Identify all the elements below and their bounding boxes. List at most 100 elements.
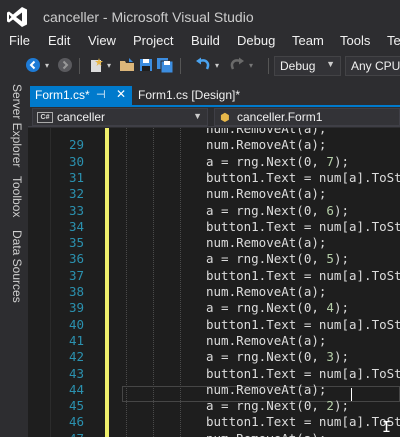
undo-dropdown-icon[interactable]: ▾ [212,56,222,74]
navigation-bar: C# canceller ▼ ⬢ canceller.Form1 [28,107,400,127]
code-line[interactable]: 35 num.RemoveAt(a); [28,235,400,251]
save-all-icon[interactable] [156,56,174,74]
number-literal: 2 [326,398,334,414]
menu-file[interactable]: File [9,33,30,48]
server-explorer-tab[interactable]: Server Explorer [4,84,24,167]
code-line[interactable]: 34 button1.Text = num[a].ToStri [28,219,400,235]
line-number: 47 [52,431,84,437]
open-folder-icon[interactable] [118,56,136,74]
code-line[interactable]: 37 button1.Text = num[a].ToStri [28,268,400,284]
type-dropdown[interactable]: ⬢ canceller.Form1 [214,108,400,126]
code-line[interactable]: 33 a = rng.Next(0, 6); [28,203,400,219]
menu-tools[interactable]: Tools [340,33,370,48]
code-text: a = rng.Next(0, 5); [206,251,349,267]
code-line[interactable]: 41 num.RemoveAt(a); [28,333,400,349]
code-token: num.RemoveAt(a); [206,431,326,437]
code-line[interactable]: 47 num.RemoveAt(a); [28,431,400,437]
solution-platform-value: Any CPU [351,59,400,73]
tab-form1-cs[interactable]: Form1.cs* ⊣ ✕ [30,86,132,106]
code-text: num.RemoveAt(a); [206,382,326,398]
close-tab-icon[interactable]: ✕ [116,87,126,101]
code-line[interactable]: 38 num.RemoveAt(a); [28,284,400,300]
code-text: button1.Text = num[a].ToStri [206,268,400,284]
tab-form1-cs-label: Form1.cs* [35,88,90,102]
code-text: num.RemoveAt(a); [206,235,326,251]
code-line[interactable]: 40 button1.Text = num[a].ToStri [28,317,400,333]
menu-test[interactable]: Tes [387,33,400,48]
code-token: button1.Text = num[a].ToStri [206,218,400,234]
code-line[interactable]: num.RemoveAt(a); [28,128,400,137]
code-token: a = rng.Next(0, [206,153,327,169]
code-token: button1.Text = num[a].ToStri [206,316,400,332]
back-dropdown-icon[interactable]: ▾ [42,56,52,74]
code-text: num.RemoveAt(a); [206,431,326,437]
menu-build[interactable]: Build [191,33,220,48]
tab-form1-cs-design[interactable]: Form1.cs [Design]* [134,86,244,106]
code-token: button1.Text = num[a].ToStri [206,414,400,430]
code-text: a = rng.Next(0, 4); [206,300,349,316]
menu-edit[interactable]: Edit [48,33,70,48]
number-literal: 3 [326,349,334,365]
save-icon[interactable] [137,56,155,74]
code-line[interactable]: 30 a = rng.Next(0, 7); [28,154,400,170]
line-number: 46 [68,414,84,430]
code-token: a = rng.Next(0, [206,349,327,365]
code-text: num.RemoveAt(a); [206,284,326,300]
code-text: num.RemoveAt(a); [206,128,326,137]
code-text: button1.Text = num[a].ToStri [206,414,400,430]
code-text: a = rng.Next(0, 7); [206,154,349,170]
code-line[interactable]: 44 num.RemoveAt(a); [28,382,400,398]
menu-view[interactable]: View [88,33,116,48]
pin-tab-icon[interactable]: ⊣ [96,88,106,101]
line-number: 29 [68,137,84,153]
code-line[interactable]: 46 button1.Text = num[a].ToStri [28,414,400,430]
code-line[interactable]: 45 a = rng.Next(0, 2); [28,398,400,414]
line-number: 36 [68,251,84,267]
code-line[interactable]: 32 num.RemoveAt(a); [28,186,400,202]
project-dropdown[interactable]: C# canceller ▼ [32,108,208,126]
undo-icon[interactable] [194,56,212,74]
number-literal: 7 [326,153,334,169]
menu-project[interactable]: Project [133,33,173,48]
redo-icon[interactable] [228,56,246,74]
toolbox-tab[interactable]: Toolbox [4,176,24,217]
title-bar: canceller - Microsoft Visual Studio [0,0,400,33]
csharp-project-icon: C# [37,112,53,123]
code-line[interactable]: 43 button1.Text = num[a].ToStri [28,366,400,382]
line-number: 44 [68,381,84,397]
menu-debug[interactable]: Debug [237,33,275,48]
new-project-dropdown-icon[interactable]: ▾ [105,56,113,74]
code-line[interactable]: 39 a = rng.Next(0, 4); [28,300,400,316]
line-number: 37 [68,267,84,283]
line-number: 43 [68,365,84,381]
chevron-down-icon: ▼ [326,59,335,69]
code-token: button1.Text = num[a].ToStri [206,365,400,381]
code-text: a = rng.Next(0, 6); [206,203,349,219]
toolbar-separator [79,58,80,74]
code-line[interactable]: 29 num.RemoveAt(a); [28,137,400,153]
code-text: button1.Text = num[a].ToStri [206,366,400,382]
code-token: ); [333,300,350,316]
code-line[interactable]: 42 a = rng.Next(0, 3); [28,349,400,365]
line-number: 31 [68,169,84,185]
data-sources-tab[interactable]: Data Sources [4,230,24,303]
type-dropdown-value: canceller.Form1 [237,110,323,124]
code-token: num.RemoveAt(a); [206,128,327,136]
code-editor[interactable]: num.RemoveAt(a); 29 num.RemoveAt(a); 30 a = … [28,128,400,437]
code-token: button1.Text = num[a].ToStri [206,169,400,185]
line-number: 42 [68,349,84,365]
back-navigate-icon[interactable] [24,56,42,74]
code-line[interactable]: 36 a = rng.Next(0, 5); [28,251,400,267]
toolbar-separator [180,58,181,74]
solution-platform-dropdown[interactable]: Any CPU [345,56,400,76]
code-token: ); [333,202,350,218]
line-number: 35 [68,235,84,251]
solution-configuration-dropdown[interactable]: Debug ▼ [274,56,341,76]
new-project-icon[interactable] [87,56,105,74]
redo-dropdown-icon[interactable]: ▾ [246,56,256,74]
code-line[interactable]: 31 button1.Text = num[a].ToStri [28,170,400,186]
number-literal: 4 [326,300,334,316]
forward-navigate-icon[interactable] [56,56,74,74]
line-number: 32 [68,186,84,202]
menu-team[interactable]: Team [292,33,324,48]
